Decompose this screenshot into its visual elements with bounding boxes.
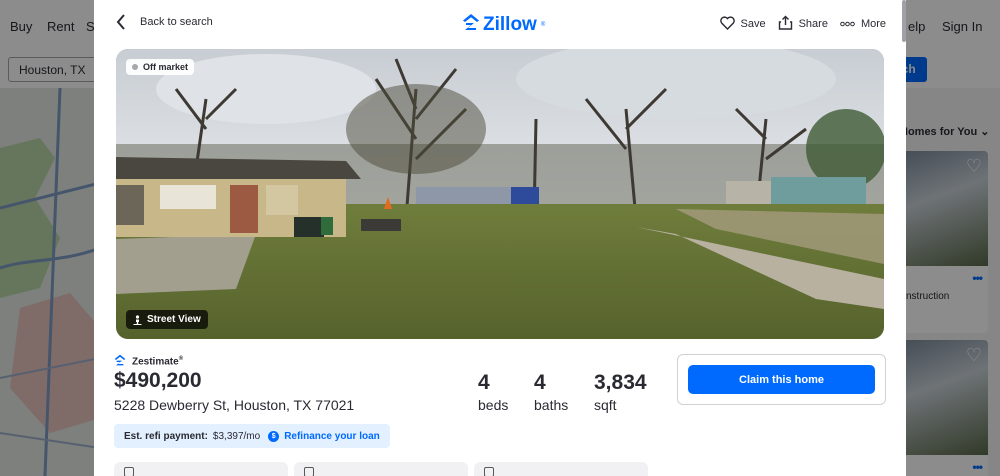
more-button[interactable]: More	[840, 15, 886, 33]
heart-icon	[719, 15, 735, 33]
beds-label: beds	[478, 397, 509, 413]
baths-label: baths	[534, 397, 569, 413]
beds-value: 4	[478, 371, 490, 394]
property-modal: Back to search Zillow ® Save Share More …	[94, 0, 906, 476]
beds-stat: 4 beds	[478, 371, 508, 413]
modal-header: Back to search Zillow ® Save Share More	[94, 0, 906, 48]
dollar-coin-icon: $	[268, 430, 280, 442]
zestimate-label[interactable]: Zestimate®	[114, 354, 183, 369]
year-built-icon	[304, 467, 314, 476]
street-view-button[interactable]: Street View	[126, 310, 208, 329]
more-dots-icon	[840, 18, 855, 30]
refi-label: Est. refi payment:	[124, 430, 208, 442]
share-icon	[778, 15, 793, 33]
refi-payment-banner: Est. refi payment: $3,397/mo $ Refinance…	[114, 424, 390, 448]
logo-text: Zillow	[483, 14, 537, 35]
claim-home-card: Claim this home	[677, 354, 886, 405]
fact-chip	[114, 462, 288, 476]
baths-value: 4	[534, 371, 546, 394]
save-button[interactable]: Save	[719, 15, 766, 33]
header-actions: Save Share More	[719, 15, 886, 33]
street-view-icon	[133, 314, 142, 325]
refinance-link[interactable]: Refinance your loan	[284, 431, 380, 442]
back-to-search-button[interactable]: Back to search	[116, 14, 213, 30]
back-label: Back to search	[140, 16, 213, 28]
logo-registered-mark: ®	[540, 22, 546, 28]
zestimate-registered-mark: ®	[178, 355, 184, 362]
lot-size-icon	[484, 467, 494, 476]
claim-this-home-button[interactable]: Claim this home	[688, 365, 875, 394]
chevron-left-icon	[116, 14, 126, 30]
status-badge-label: Off market	[143, 62, 189, 72]
zillow-z-icon	[462, 13, 480, 37]
sqft-value: 3,834	[594, 371, 647, 394]
status-badge: Off market	[126, 59, 195, 75]
price: $490,200	[114, 369, 202, 392]
zillow-z-icon	[114, 354, 126, 369]
sqft-stat: 3,834 sqft	[594, 371, 647, 413]
refi-value: $3,397/mo	[212, 430, 261, 442]
property-photo[interactable]: Off market Street View	[116, 49, 884, 339]
baths-stat: 4 baths	[534, 371, 568, 413]
home-type-icon	[124, 467, 134, 476]
save-label: Save	[740, 18, 766, 30]
more-label: More	[860, 18, 886, 30]
fact-chip	[474, 462, 648, 476]
zestimate-text: Zestimate	[132, 356, 179, 368]
status-dot-icon	[132, 64, 138, 70]
fact-chip	[294, 462, 468, 476]
address: 5228 Dewberry St, Houston, TX 77021	[114, 397, 355, 413]
street-view-label: Street View	[147, 314, 201, 325]
zillow-logo[interactable]: Zillow ®	[462, 13, 545, 37]
share-button[interactable]: Share	[778, 15, 828, 33]
share-label: Share	[798, 18, 828, 30]
sqft-label: sqft	[594, 397, 617, 413]
